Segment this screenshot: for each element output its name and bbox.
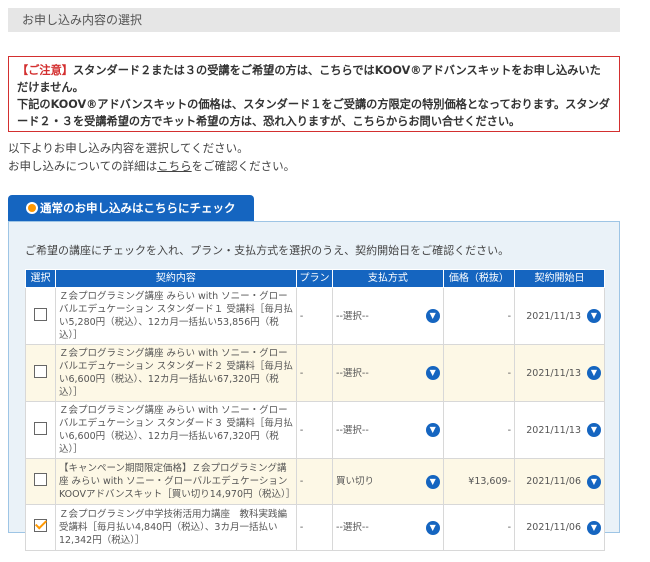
notice-tag: 【ご注意】 (17, 64, 73, 77)
chevron-down-icon[interactable]: ▼ (425, 520, 440, 535)
table-row: 【キャンペーン期間限定価格】Ｚ会プログラミング講座 みらい with ソニー・グ… (25, 458, 605, 505)
payment-select-value: --選択-- (336, 367, 369, 379)
row-price: ¥13,609- (442, 458, 516, 505)
table-row: Ｚ会プログラミング講座 みらい with ソニー・グローバルエデュケーション ス… (25, 287, 605, 345)
row-description: Ｚ会プログラミング中学技術活用力講座 教科実践編 受講料［毎月払い4,840円（… (54, 504, 297, 551)
payment-select[interactable]: --選択-- ▼ (336, 309, 440, 323)
instruction-text: ご希望の講座にチェックを入れ、プラン・支払方式を選択のうえ、契約開始日をご確認く… (25, 244, 510, 257)
notice-text-1: スタンダード２または３の受講をご希望の方は、 (72, 64, 320, 77)
row-price: - (442, 401, 516, 459)
row-checkbox[interactable] (33, 364, 47, 378)
row-description: Ｚ会プログラミング講座 みらい with ソニー・グローバルエデュケーション ス… (54, 344, 297, 402)
intro-line-2-post: をご確認ください。 (191, 159, 296, 173)
chevron-down-icon[interactable]: ▼ (587, 474, 601, 489)
payment-select[interactable]: --選択-- ▼ (336, 423, 440, 437)
chevron-down-icon[interactable]: ▼ (587, 309, 601, 323)
chevron-down-icon[interactable]: ▼ (425, 309, 440, 323)
section-title: お申し込み内容の選択 (8, 8, 620, 32)
tab-label: 通常のお申し込みはこちらにチェック (40, 201, 236, 215)
header-contract: 契約内容 (54, 269, 297, 288)
radio-dot-icon (28, 204, 36, 212)
table-row: Ｚ会プログラミング講座 みらい with ソニー・グローバルエデュケーション ス… (25, 344, 605, 402)
start-date-value: 2021/11/13 (526, 310, 581, 322)
chevron-down-icon[interactable]: ▼ (425, 423, 440, 437)
intro-text: 以下よりお申し込み内容を選択してください。 お申し込みについての詳細はこちらをご… (8, 139, 295, 175)
start-date-select[interactable]: 2021/11/13 ▼ (518, 366, 601, 380)
start-date-select[interactable]: 2021/11/06 ▼ (518, 474, 601, 489)
row-plan: - (295, 458, 334, 505)
row-checkbox[interactable] (33, 421, 47, 435)
header-price: 価格（税抜） (442, 269, 516, 288)
row-checkbox[interactable] (33, 519, 47, 532)
payment-select-value: 買い切り (336, 476, 375, 487)
intro-line-1: 以下よりお申し込み内容を選択してください。 (8, 141, 249, 155)
row-description: Ｚ会プログラミング講座 みらい with ソニー・グローバルエデュケーション ス… (54, 287, 297, 345)
table-row: Ｚ会プログラミング講座 みらい with ソニー・グローバルエデュケーション ス… (25, 401, 605, 459)
row-plan: - (295, 504, 334, 551)
details-link[interactable]: こちら (157, 159, 192, 173)
plans-table: 選択 契約内容 プラン 支払方式 価格（税抜） 契約開始日 Ｚ会プログラミング講… (25, 269, 605, 551)
row-plan: - (295, 401, 334, 459)
header-plan: プラン (295, 269, 334, 288)
start-date-select[interactable]: 2021/11/06 ▼ (518, 520, 601, 535)
payment-select[interactable]: --選択-- ▼ (336, 520, 440, 535)
row-price: - (442, 287, 516, 345)
start-date-value: 2021/11/06 (526, 476, 581, 487)
row-description: 【キャンペーン期間限定価格】Ｚ会プログラミング講座 みらい with ソニー・グ… (54, 458, 297, 505)
chevron-down-icon[interactable]: ▼ (425, 474, 440, 489)
payment-select[interactable]: --選択-- ▼ (336, 366, 440, 380)
start-date-select[interactable]: 2021/11/13 ▼ (518, 423, 601, 437)
notice-box: 【ご注意】スタンダード２または３の受講をご希望の方は、こちらではKOOV®アドバ… (8, 56, 620, 132)
row-price: - (442, 344, 516, 402)
header-select: 選択 (25, 269, 56, 288)
payment-select[interactable]: 買い切り ▼ (336, 474, 440, 489)
row-price: - (442, 504, 516, 551)
notice-link-1[interactable]: こちら (319, 64, 352, 77)
application-panel: ご希望の講座にチェックを入れ、プラン・支払方式を選択のうえ、契約開始日をご確認く… (8, 221, 620, 551)
table-row: Ｚ会プログラミング中学技術活用力講座 教科実践編 受講料［毎月払い4,840円（… (25, 504, 605, 551)
start-date-value: 2021/11/13 (526, 367, 581, 379)
notice-text-3: 下記のKOOV®アドバンスキットの価格は、スタンダード１をご受講の方限定の特別価… (17, 98, 610, 128)
notice-link-2[interactable]: こちら (352, 115, 386, 128)
notice-text-4: からお問い合せください。 (385, 115, 521, 128)
row-checkbox[interactable] (33, 473, 47, 486)
payment-select-value: --選択-- (336, 424, 369, 436)
header-payment: 支払方式 (332, 269, 444, 288)
start-date-select[interactable]: 2021/11/13 ▼ (518, 309, 601, 323)
row-plan: - (295, 287, 334, 345)
intro-line-2: お申し込みについての詳細はこちらをご確認ください。 (8, 157, 295, 175)
start-date-value: 2021/11/06 (526, 522, 581, 533)
row-plan: - (295, 344, 334, 402)
payment-select-value: --選択-- (336, 522, 369, 533)
chevron-down-icon[interactable]: ▼ (587, 423, 601, 437)
chevron-down-icon[interactable]: ▼ (587, 520, 601, 535)
chevron-down-icon[interactable]: ▼ (587, 366, 601, 380)
row-description: Ｚ会プログラミング講座 みらい with ソニー・グローバルエデュケーション ス… (54, 401, 297, 459)
payment-select-value: --選択-- (336, 310, 369, 322)
standard-application-tab[interactable]: 通常のお申し込みはこちらにチェック (8, 195, 254, 221)
start-date-value: 2021/11/13 (526, 424, 581, 436)
intro-line-2-pre: お申し込みについての詳細は (8, 159, 158, 173)
row-checkbox[interactable] (33, 307, 47, 321)
chevron-down-icon[interactable]: ▼ (425, 366, 440, 380)
header-start-date: 契約開始日 (514, 269, 605, 288)
